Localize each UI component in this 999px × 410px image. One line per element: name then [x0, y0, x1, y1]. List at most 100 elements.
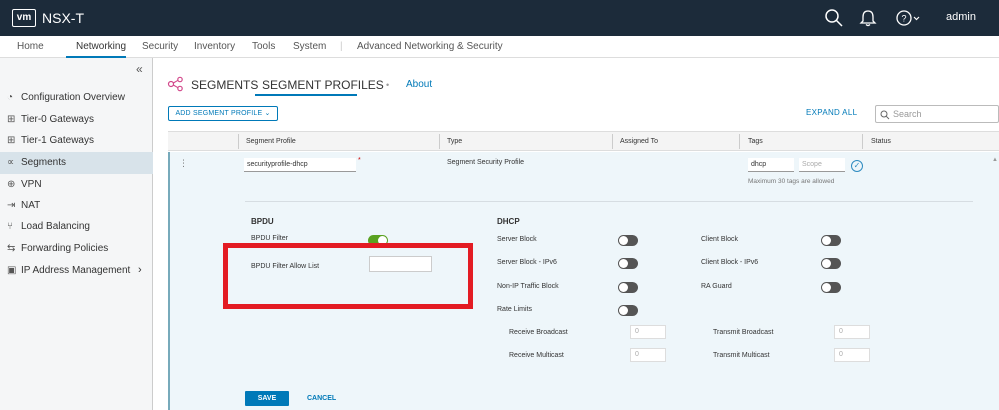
sidebar-item-vpn[interactable]: ⊕ VPN	[0, 174, 153, 196]
bell-icon[interactable]	[858, 8, 878, 28]
highlight-box	[223, 243, 473, 309]
divider	[245, 201, 973, 202]
scroll-up-icon[interactable]: ▲	[992, 157, 998, 163]
sidebar-item-segments[interactable]: ∝ Segments	[0, 152, 153, 174]
server-block-ipv6-toggle[interactable]	[618, 258, 638, 269]
receive-multicast-label: Receive Multicast	[509, 352, 564, 359]
tab-segments[interactable]: SEGMENTS	[191, 78, 258, 92]
column-header-segment-profile[interactable]: Segment Profile	[246, 138, 296, 145]
segments-logo-icon	[167, 76, 183, 92]
client-block-toggle[interactable]	[821, 235, 841, 246]
column-header-tags[interactable]: Tags	[748, 138, 763, 145]
nav-advanced-networking[interactable]: Advanced Networking & Security	[357, 41, 503, 52]
client-block-ipv6-toggle[interactable]	[821, 258, 841, 269]
nav-divider: |	[340, 41, 343, 52]
transmit-multicast-input[interactable]: 0	[834, 348, 870, 362]
receive-broadcast-input[interactable]: 0	[630, 325, 666, 339]
bpdu-section-title: BPDU	[251, 217, 274, 226]
receive-multicast-input[interactable]: 0	[630, 348, 666, 362]
search-input[interactable]: Search	[875, 105, 999, 123]
sidebar-item-nat[interactable]: ⇥ NAT	[0, 195, 153, 217]
top-header: vm NSX-T ? admin	[0, 0, 999, 36]
chevron-right-icon: ›	[138, 264, 142, 276]
sidebar-item-label: NAT	[21, 200, 41, 211]
gateway-icon: ⊞	[7, 135, 16, 146]
sidebar-item-tier1-gateways[interactable]: ⊞ Tier-1 Gateways	[0, 130, 153, 152]
scope-input[interactable]: Scope	[799, 158, 845, 172]
sidebar-item-load-balancing[interactable]: ⑂ Load Balancing	[0, 216, 153, 238]
nav-home[interactable]: Home	[17, 41, 44, 52]
segment-type-value: Segment Security Profile	[447, 159, 525, 166]
transmit-broadcast-label: Transmit Broadcast	[713, 329, 774, 336]
about-link[interactable]: About	[406, 79, 432, 90]
sidebar-item-label: Configuration Overview	[21, 92, 125, 103]
expand-all-button[interactable]: EXPAND ALL	[806, 108, 857, 117]
nat-icon: ⇥	[7, 200, 16, 211]
search-icon[interactable]	[824, 8, 844, 28]
help-icon[interactable]: ?	[895, 8, 921, 28]
sidebar-item-label: Tier-1 Gateways	[21, 135, 94, 146]
tag-input[interactable]: dhcp	[748, 158, 794, 172]
sidebar-item-forwarding-policies[interactable]: ⇆ Forwarding Policies	[0, 238, 153, 260]
gateway-icon: ⊞	[7, 114, 16, 125]
required-marker: *	[358, 157, 361, 164]
add-segment-profile-button[interactable]: ADD SEGMENT PROFILE ⌄	[168, 106, 278, 121]
ra-guard-label: RA Guard	[701, 283, 732, 290]
cancel-button[interactable]: CANCEL	[307, 395, 336, 402]
sidebar-item-label: VPN	[21, 179, 42, 190]
column-header-assigned-to[interactable]: Assigned To	[620, 138, 658, 145]
client-block-ipv6-label: Client Block - IPv6	[701, 259, 759, 266]
column-header-status[interactable]: Status	[871, 138, 891, 145]
ipam-icon: ▣	[7, 265, 17, 276]
nav-tools[interactable]: Tools	[252, 41, 275, 52]
nav-networking[interactable]: Networking	[76, 41, 126, 52]
forwarding-icon: ⇆	[7, 243, 16, 254]
transmit-multicast-label: Transmit Multicast	[713, 352, 770, 359]
receive-broadcast-label: Receive Broadcast	[509, 329, 568, 336]
sidebar-item-label: IP Address Management	[21, 265, 131, 276]
non-ip-traffic-block-toggle[interactable]	[618, 282, 638, 293]
product-name: NSX-T	[42, 10, 84, 26]
nav-inventory[interactable]: Inventory	[194, 41, 235, 52]
row-actions-icon[interactable]: ⋮	[179, 158, 188, 169]
bpdu-filter-label: BPDU Filter	[251, 235, 288, 242]
vmware-logo[interactable]: vm	[12, 9, 36, 27]
tags-hint: Maximum 30 tags are allowed	[748, 178, 835, 185]
server-block-toggle[interactable]	[618, 235, 638, 246]
tab-segment-profiles[interactable]: SEGMENT PROFILES	[262, 78, 384, 92]
top-navigation: Home Networking Security Inventory Tools…	[0, 36, 999, 58]
sidebar-item-tier0-gateways[interactable]: ⊞ Tier-0 Gateways	[0, 109, 153, 131]
column-separator	[862, 134, 863, 149]
server-block-ipv6-label: Server Block - IPv6	[497, 259, 557, 266]
dhcp-section-title: DHCP	[497, 217, 520, 226]
rate-limits-label: Rate Limits	[497, 306, 533, 313]
non-ip-traffic-block-label: Non-IP Traffic Block	[497, 283, 559, 290]
server-block-label: Server Block	[497, 236, 537, 243]
sidebar-item-label: Segments	[21, 157, 67, 168]
sidebar: « ◔ Configuration Overview ⊞ Tier-0 Gate…	[0, 58, 153, 410]
column-separator	[739, 134, 740, 149]
table-header: Segment Profile Type Assigned To Tags St…	[168, 131, 999, 151]
svg-text:?: ?	[901, 14, 906, 24]
sidebar-item-ip-address-management[interactable]: ▣ IP Address Management ›	[0, 260, 153, 282]
ra-guard-toggle[interactable]	[821, 282, 841, 293]
search-icon	[880, 110, 890, 120]
check-icon[interactable]: ✓	[851, 160, 863, 172]
sidebar-item-label: Forwarding Policies	[21, 243, 109, 254]
client-block-label: Client Block	[701, 236, 738, 243]
search-placeholder: Search	[893, 109, 922, 119]
save-button[interactable]: SAVE	[245, 391, 289, 406]
nav-security[interactable]: Security	[142, 41, 178, 52]
column-header-type[interactable]: Type	[447, 138, 462, 145]
load-balancing-icon: ⑂	[7, 221, 13, 232]
collapse-sidebar-icon[interactable]: «	[136, 62, 143, 76]
nav-system[interactable]: System	[293, 41, 326, 52]
segment-profile-name-input[interactable]: securityprofile-dhcp	[244, 158, 356, 172]
column-separator	[612, 134, 613, 149]
sidebar-item-configuration-overview[interactable]: ◔ Configuration Overview	[0, 87, 153, 109]
tab-active-indicator	[255, 94, 357, 96]
transmit-broadcast-input[interactable]: 0	[834, 325, 870, 339]
user-menu[interactable]: admin	[946, 11, 976, 23]
sidebar-item-label: Tier-0 Gateways	[21, 114, 94, 125]
rate-limits-toggle[interactable]	[618, 305, 638, 316]
